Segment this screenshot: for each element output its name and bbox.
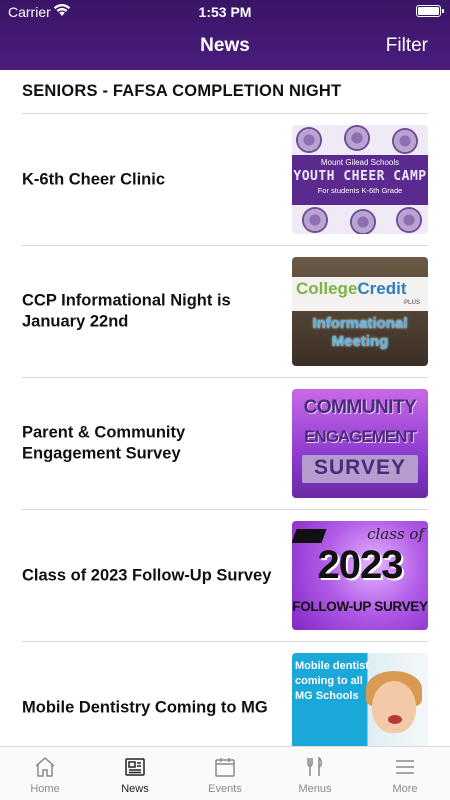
news-thumbnail: Mobile dentist coming to all MG Schools: [292, 653, 428, 746]
page-title: News: [200, 35, 250, 56]
news-item-title: Class of 2023 Follow-Up Survey: [22, 566, 272, 585]
news-item-class-2023-survey[interactable]: Class of 2023 Follow-Up Survey class of …: [0, 510, 450, 642]
status-bar: Carrier 1:53 PM: [0, 0, 450, 22]
thumb-text: YOUTH CHEER CAMP: [293, 169, 427, 184]
menu-icon: [396, 760, 414, 774]
thumb-text: class of: [367, 525, 424, 543]
utensils-icon: [307, 756, 322, 776]
thumb-caption: Informational Meeting: [292, 315, 428, 351]
news-thumbnail: CollegeCredit PLUS Informational Meeting: [292, 257, 428, 366]
tab-label: More: [392, 783, 418, 795]
thumb-text: College: [296, 279, 358, 298]
pompom-icon: [344, 125, 370, 151]
news-item-title: CCP Informational Night is January 22nd: [22, 291, 231, 331]
tab-label: Menus: [298, 783, 332, 795]
thumb-text: SURVEY: [314, 456, 406, 479]
tab-events[interactable]: Events: [180, 747, 270, 800]
news-thumbnail: Mount Gilead Schools YOUTH CHEER CAMP Fo…: [292, 125, 428, 234]
tab-label: News: [121, 783, 149, 795]
news-thumbnail: class of 2023 FOLLOW-UP SURVEY: [292, 521, 428, 630]
news-item-ccp-night[interactable]: CCP Informational Night is January 22nd …: [0, 246, 450, 378]
news-item-title: Parent & Community Engagement Survey: [22, 423, 186, 463]
pompom-icon: [350, 209, 376, 234]
pompom-icon: [392, 128, 418, 154]
tab-menus[interactable]: Menus: [270, 747, 360, 800]
thumb-text: Credit: [357, 279, 407, 298]
calendar-icon: [215, 758, 235, 777]
tab-home[interactable]: Home: [0, 747, 90, 800]
filter-button[interactable]: Filter: [386, 35, 428, 57]
thumb-text: Meeting: [331, 333, 389, 350]
news-thumbnail: COMMUNITY ENGAGEMENT SURVEY: [292, 389, 428, 498]
tab-label: Home: [30, 783, 60, 795]
news-item-mobile-dentistry[interactable]: Mobile Dentistry Coming to MG Mobile den…: [0, 642, 450, 746]
child-photo: [388, 715, 402, 724]
news-item-cheer-clinic[interactable]: K-6th Cheer Clinic Mount Gilead Schools …: [0, 114, 450, 246]
thumb-text: Informational: [312, 315, 408, 332]
tab-label: Events: [208, 783, 242, 795]
thumb-banner: Mount Gilead Schools YOUTH CHEER CAMP Fo…: [292, 155, 428, 205]
tab-more[interactable]: More: [360, 747, 450, 800]
college-credit-logo: CollegeCredit: [296, 279, 407, 299]
clock: 1:53 PM: [198, 4, 252, 20]
news-item-engagement-survey[interactable]: Parent & Community Engagement Survey COM…: [0, 378, 450, 510]
pompom-icon: [296, 127, 322, 153]
thumb-text: FOLLOW-UP SURVEY: [292, 599, 428, 614]
pompom-icon: [302, 207, 328, 233]
thumb-text: Mobile dentist coming to all MG Schools: [295, 660, 369, 702]
thumb-text: For students K-6th Grade: [317, 186, 403, 195]
navigation-header: Carrier 1:53 PM News Filter: [0, 0, 450, 70]
thumb-text: Mount Gilead Schools: [320, 158, 400, 167]
home-icon: [35, 756, 55, 777]
newspaper-icon: [125, 758, 145, 776]
news-item-title: Mobile Dentistry Coming to MG: [22, 698, 268, 717]
news-list[interactable]: SENIORS - FAFSA COMPLETION NIGHT K-6th C…: [0, 70, 450, 746]
tab-news[interactable]: News: [90, 747, 180, 800]
thumb-text: 2023: [317, 543, 404, 587]
thumb-text: PLUS: [403, 300, 420, 306]
news-item-title: K-6th Cheer Clinic: [22, 170, 166, 189]
thumb-text: COMMUNITY: [303, 397, 417, 418]
pompom-icon: [396, 207, 422, 233]
graduation-cap-icon: [292, 529, 327, 543]
tab-bar: Home News Events Menus More: [0, 746, 450, 800]
thumb-text: ENGAGEMENT: [304, 427, 417, 446]
news-headline-row[interactable]: SENIORS - FAFSA COMPLETION NIGHT: [22, 82, 428, 101]
child-photo: [372, 681, 416, 733]
battery-icon: [416, 5, 444, 17]
